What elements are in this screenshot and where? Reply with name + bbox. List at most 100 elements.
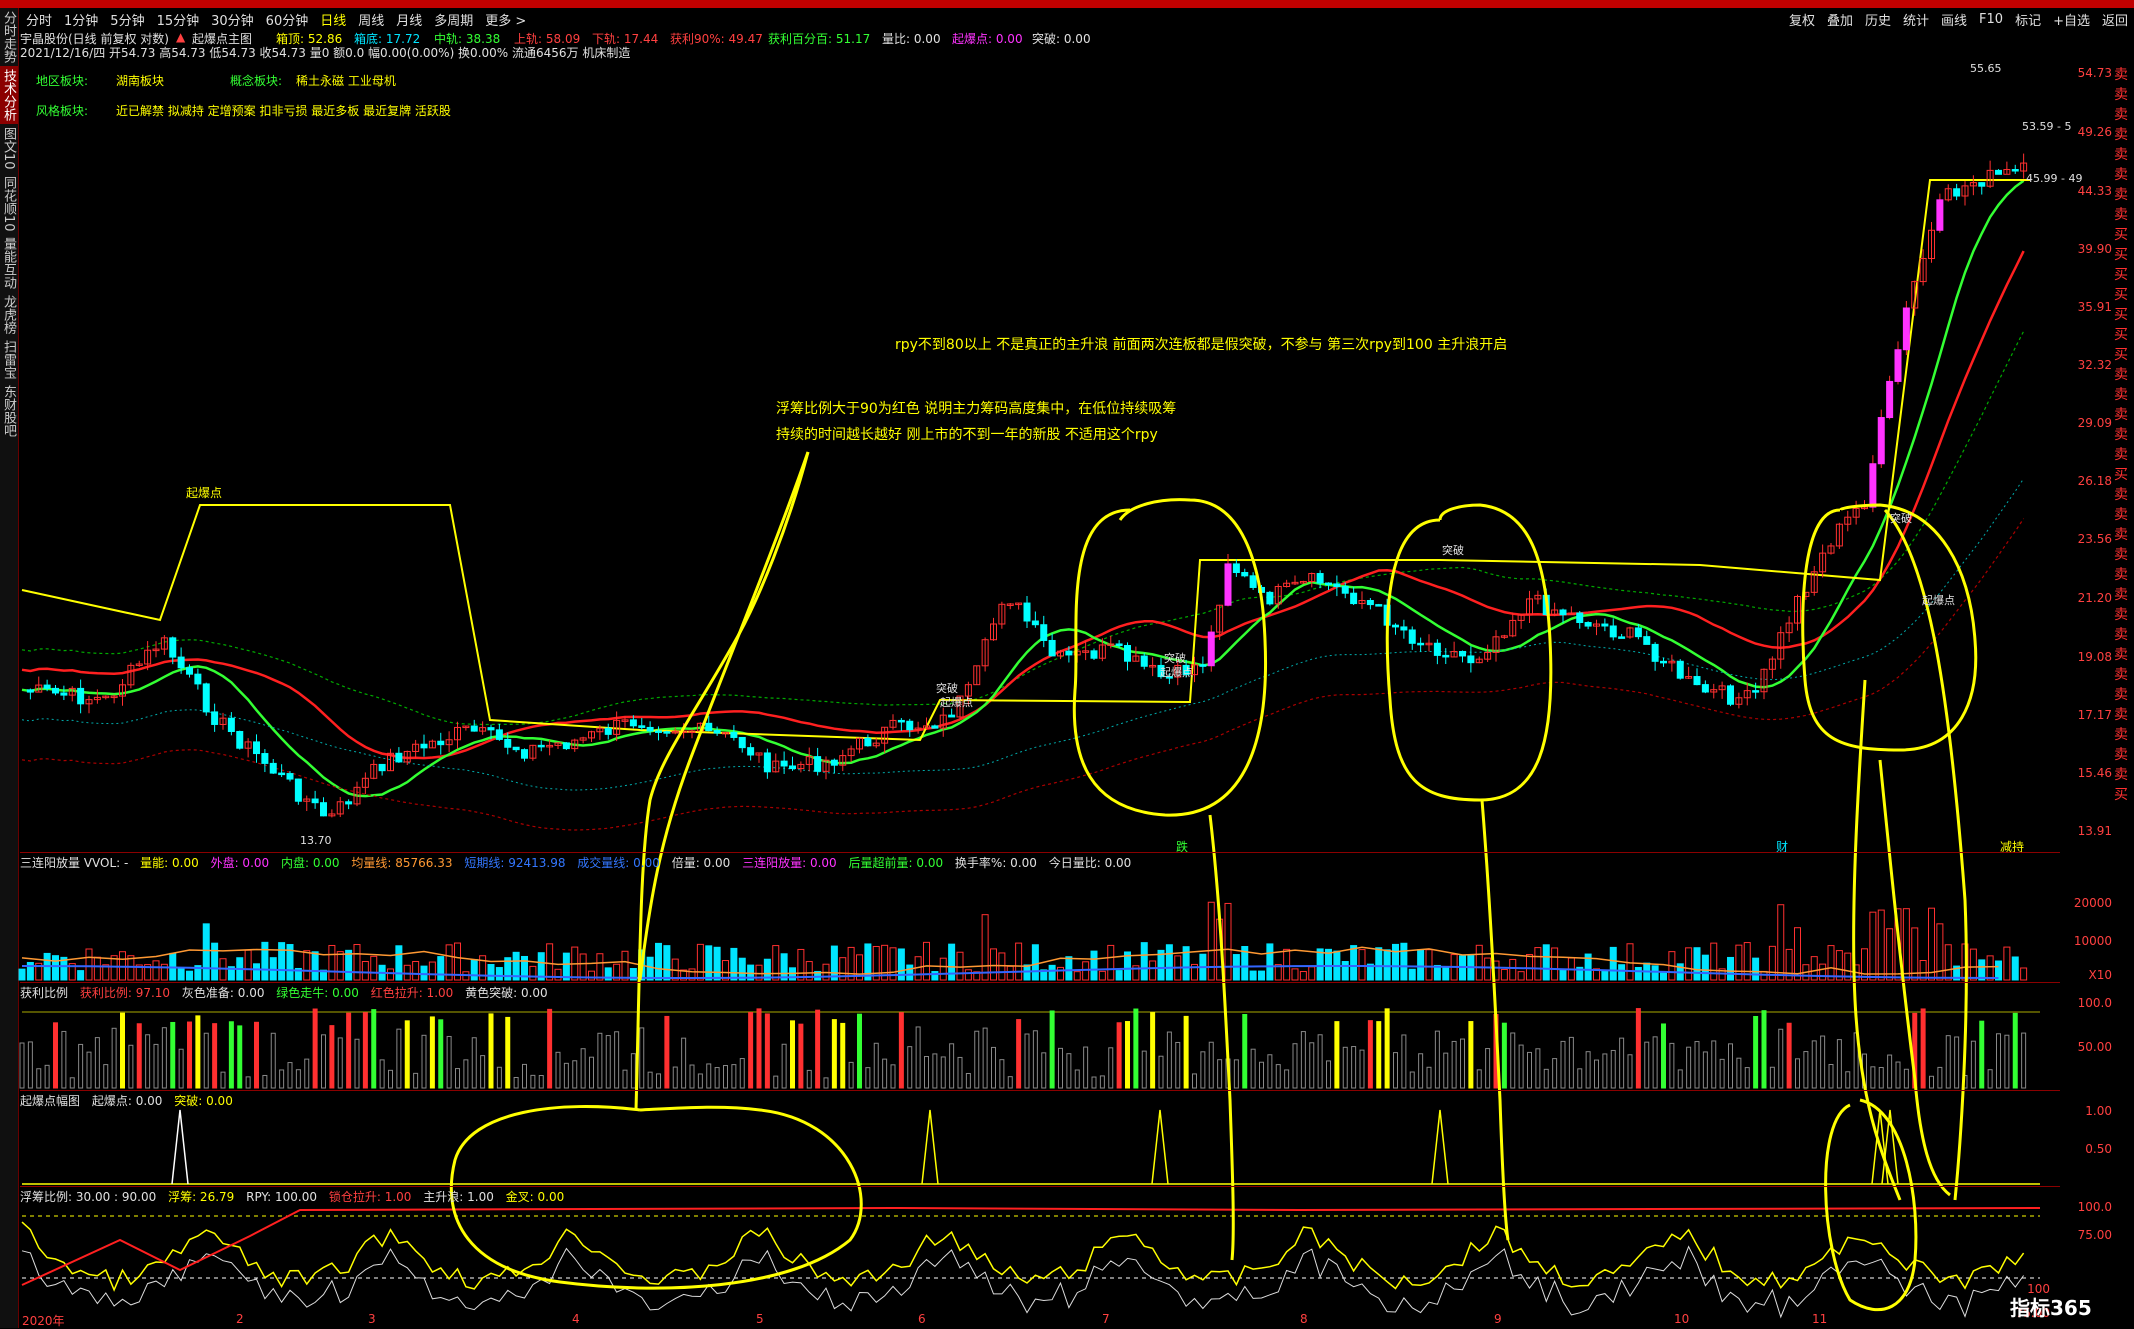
x-tick: 9 [1494, 1312, 1502, 1326]
profit-bar [1091, 1076, 1097, 1089]
candle-body [931, 725, 939, 729]
candle-body [1124, 645, 1131, 662]
candle-body [1090, 650, 1098, 659]
profit-bar [111, 1027, 117, 1089]
burst-label[interactable]: 起爆点幅图 [20, 1094, 80, 1108]
volume-bar [646, 956, 654, 981]
profit-bar [790, 1020, 795, 1089]
volume-panel-title: 三连阳放量 VVOL: - 量能: 0.00 外盘: 0.00 内盘: 0.00… [20, 854, 1139, 871]
price-tick: 19.08 [2077, 650, 2112, 664]
candle-body [1040, 624, 1048, 641]
profit-bar [237, 1025, 243, 1089]
profit-bar [991, 1046, 996, 1089]
profit-bar [965, 1072, 971, 1089]
profit-bar [337, 1037, 343, 1089]
float-label[interactable]: 浮筹比例: 30.00 : 90.00 [20, 1190, 156, 1204]
candle-body [948, 714, 956, 718]
volume-bar [495, 967, 503, 981]
profit-bar [1217, 1059, 1223, 1089]
volume-bar [1701, 954, 1709, 981]
profit-label: 获利比例: 97.10 [79, 986, 171, 1000]
high-price-mark: 55.65 [1970, 62, 2002, 75]
candle-body [504, 738, 512, 748]
candle-body [320, 802, 327, 817]
candle-body [1643, 636, 1651, 645]
vol-label[interactable]: 三连阳放量 VVOL: - [20, 856, 128, 870]
profit-bar [1979, 1020, 1985, 1089]
candle-body [1341, 586, 1349, 594]
burst-tick: 0.50 [2085, 1142, 2112, 1156]
profit-bar [354, 1038, 360, 1089]
volume-bar [52, 955, 59, 981]
profit-bar [982, 1027, 988, 1089]
volume-bar [529, 965, 537, 981]
candle-body [789, 765, 796, 770]
profit-bar [1032, 1030, 1038, 1089]
profit-bar [1460, 1038, 1465, 1089]
candle-body [1660, 660, 1667, 664]
profit-bar [597, 1032, 603, 1089]
vol-label: 短期线: 92413.98 [464, 856, 566, 870]
volume-bar [1073, 971, 1081, 981]
volume-bar [663, 945, 671, 981]
profit-bar [1133, 1008, 1139, 1089]
candle-body [437, 740, 445, 746]
profit-bar [756, 1008, 762, 1089]
candle-body [77, 687, 85, 705]
profit-bar [1259, 1061, 1264, 1089]
profit-bar [212, 1023, 218, 1089]
profit-bar [1007, 1076, 1013, 1089]
profit-bar [522, 1063, 527, 1089]
profit-bar [1334, 1021, 1340, 1089]
volume-bar [797, 948, 805, 981]
float-label: 主升浪: 1.00 [423, 1190, 494, 1204]
volume-bar [1710, 942, 1718, 981]
candle-body [830, 759, 838, 766]
profit-bar [78, 1043, 84, 1089]
volume-bar [1283, 948, 1291, 981]
candle-body [1584, 622, 1592, 627]
profit-bar [714, 1067, 720, 1089]
candle-body [177, 656, 185, 669]
volume-bar [1417, 949, 1425, 981]
profit-bar [1058, 1047, 1063, 1089]
profit-bar [455, 1068, 460, 1089]
profit-bar [161, 1027, 167, 1089]
candle-body [713, 730, 721, 734]
float-tick: 75.00 [2077, 1228, 2112, 1242]
x-tick: 2020年 [22, 1314, 65, 1328]
price-tick: 21.20 [2077, 591, 2112, 605]
profit-bar [145, 1034, 151, 1089]
profit-bar [496, 1066, 502, 1089]
profit-bar [639, 1027, 645, 1089]
candle-body [738, 736, 746, 749]
chart-canvas[interactable] [0, 0, 2134, 1328]
float-tick: 100.0 [2077, 1200, 2112, 1214]
vol-label: 外盘: 0.00 [210, 856, 270, 870]
candle-body [1651, 643, 1659, 662]
price-tick: 17.17 [2077, 708, 2112, 722]
candle-body [1241, 572, 1249, 577]
profit-bar [857, 1013, 862, 1089]
volume-bar [1249, 970, 1257, 981]
profit-bar [1669, 1042, 1675, 1089]
candle-body [211, 711, 219, 725]
candle-body [705, 722, 713, 732]
volume-bar [303, 950, 311, 981]
profit-bar [1652, 1036, 1658, 1089]
profit-bar [647, 1071, 653, 1089]
candle-body [1316, 573, 1324, 584]
profit-bar [1627, 1054, 1633, 1089]
profit-bar [831, 1019, 837, 1089]
vol-label: 倍量: 0.00 [671, 856, 731, 870]
candle-body [395, 752, 403, 763]
profit-bar [798, 1023, 804, 1089]
volume-bar [1601, 969, 1609, 981]
volume-bar [998, 952, 1006, 981]
candle-body [1886, 380, 1894, 419]
volume-bar [1886, 928, 1894, 981]
volume-bar [1685, 947, 1693, 981]
profit-label[interactable]: 获利比例 [20, 986, 68, 1000]
x-tick: 10 [1674, 1312, 1690, 1326]
candle-body [638, 725, 646, 728]
